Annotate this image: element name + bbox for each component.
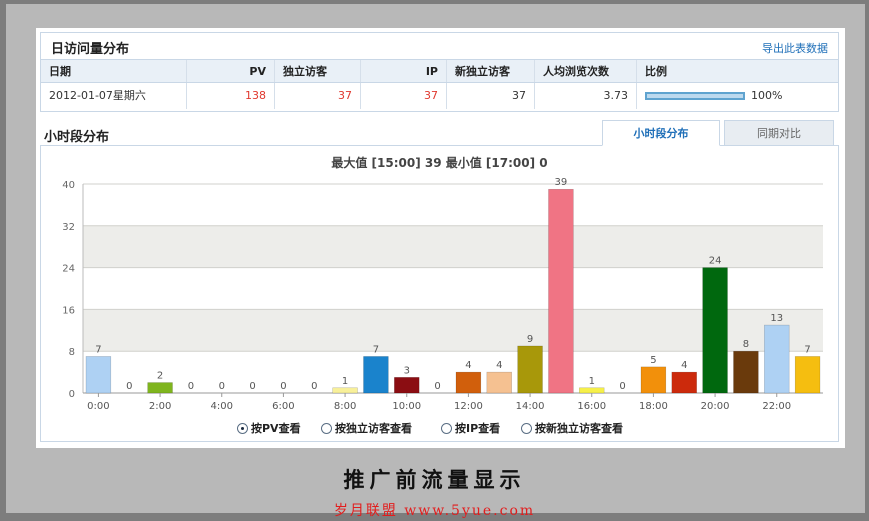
col-new-uv: 新独立访客	[447, 60, 535, 82]
bar-value-label: 4	[465, 360, 471, 371]
bar-value-label: 4	[496, 360, 502, 371]
x-tick-label: 22:00	[762, 401, 791, 412]
daily-visits-title: 日访问量分布	[51, 42, 130, 57]
bar-0:00	[85, 356, 112, 394]
export-data-link[interactable]: 导出此表数据	[762, 40, 828, 56]
col-pv: PV	[187, 60, 275, 82]
watermark: 岁月联盟 www.5yue.com	[333, 503, 536, 519]
y-tick-label: 16	[62, 305, 75, 316]
y-tick-label: 40	[62, 180, 75, 191]
bar-12:00	[455, 371, 482, 394]
col-ip: IP	[361, 60, 447, 82]
bar-value-label: 9	[527, 334, 533, 345]
cell-ip: 37	[361, 83, 447, 109]
bar-value-label: 7	[95, 344, 101, 355]
bar-8:00	[332, 387, 358, 394]
bar-13:00	[486, 371, 512, 394]
radio-dot-icon	[441, 423, 452, 434]
bar-value-label: 39	[555, 177, 568, 188]
bar-value-label: 7	[373, 344, 379, 355]
x-tick-label: 2:00	[149, 401, 171, 412]
x-tick-label: 18:00	[639, 401, 668, 412]
tab-period-compare[interactable]: 同期对比	[724, 120, 834, 146]
grid-band	[83, 184, 823, 226]
bar-value-label: 1	[342, 376, 348, 387]
radio-by-new-uv[interactable]: 按新独立访客查看	[521, 420, 623, 436]
bar-value-label: 24	[709, 256, 722, 267]
table-header: 日期 PV 独立访客 IP 新独立访客 人均浏览次数 比例	[41, 59, 838, 83]
x-tick-label: 4:00	[211, 401, 233, 412]
bar-value-label: 0	[280, 381, 286, 392]
bar-value-label: 0	[619, 381, 625, 392]
x-tick-label: 16:00	[577, 401, 606, 412]
radio-by-uv[interactable]: 按独立访客查看	[321, 420, 412, 436]
bar-14:00	[517, 345, 543, 394]
cell-new-uv: 37	[447, 83, 535, 109]
y-tick-label: 0	[69, 389, 75, 400]
bar-value-label: 0	[188, 381, 194, 392]
col-ratio: 比例	[645, 65, 667, 78]
cell-avg-views: 3.73	[535, 83, 637, 109]
hourly-bar-chart: 0 8 16 24 32 40 7 0 2 0 0 0 0 0 1 7 3 0 4 4 9 39 1 0 5 4 24 8 13 7 0:0…	[62, 177, 823, 412]
x-tick-label: 10:00	[392, 401, 421, 412]
y-tick-label: 32	[62, 222, 75, 233]
bar-18:00	[640, 366, 667, 394]
bar-20:00	[702, 267, 728, 394]
ratio-bar	[645, 92, 745, 100]
y-tick-label: 24	[62, 264, 75, 275]
bar-19:00	[671, 371, 697, 394]
hourly-title: 小时段分布	[44, 130, 110, 145]
table-row: 2012-01-07星期六 138 37 37 37 3.73 100%	[41, 83, 838, 109]
bar-16:00	[579, 387, 605, 394]
stats-panel: 日访问量分布 导出此表数据 日期 PV 独立访客 IP 新独立访客 人均浏览次数…	[36, 28, 845, 448]
bar-2:00	[147, 382, 173, 394]
caption: 推广前流量显示	[343, 467, 526, 492]
bar-value-label: 8	[743, 339, 749, 350]
ratio-text: 100%	[751, 89, 783, 102]
col-avg-views: 人均浏览次数	[535, 60, 637, 82]
tab-hourly-distribution[interactable]: 小时段分布	[602, 120, 720, 146]
x-tick-label: 6:00	[272, 401, 294, 412]
bar-value-label: 13	[770, 313, 783, 324]
bar-10:00	[394, 377, 420, 394]
bar-value-label: 4	[681, 360, 687, 371]
col-uv: 独立访客	[275, 60, 361, 82]
cell-ratio: 100%	[637, 83, 838, 109]
cell-date: 2012-01-07星期六	[41, 83, 187, 109]
bar-value-label: 5	[650, 355, 656, 366]
x-tick-label: 14:00	[516, 401, 545, 412]
cell-pv: 138	[187, 83, 275, 109]
y-tick-label: 8	[69, 347, 75, 358]
bar-value-label: 3	[404, 365, 410, 376]
bar-value-label: 1	[589, 376, 595, 387]
bar-22:00	[764, 324, 790, 394]
x-tick-label: 12:00	[454, 401, 483, 412]
radio-dot-icon	[321, 423, 332, 434]
daily-visits-section: 日访问量分布 导出此表数据 日期 PV 独立访客 IP 新独立访客 人均浏览次数…	[40, 32, 839, 112]
x-tick-label: 20:00	[701, 401, 730, 412]
bar-23:00	[794, 356, 821, 394]
bar-value-label: 2	[157, 371, 163, 382]
bar-value-label: 0	[249, 381, 255, 392]
hourly-chart-box: 最大值 [15:00] 39 最小值 [17:00] 0 0 8 16 24 32 40 7…	[40, 145, 839, 442]
x-tick-label: 0:00	[87, 401, 109, 412]
radio-by-pv[interactable]: 按PV查看	[237, 420, 301, 436]
bar-value-label: 0	[311, 381, 317, 392]
radio-by-ip[interactable]: 按IP查看	[441, 420, 500, 436]
bar-21:00	[733, 350, 759, 394]
bar-9:00	[363, 356, 389, 394]
bar-value-label: 0	[219, 381, 225, 392]
radio-dot-icon	[237, 423, 248, 434]
bar-value-label: 7	[804, 344, 810, 355]
cell-uv: 37	[275, 83, 361, 109]
bar-value-label: 0	[434, 381, 440, 392]
bar-15:00	[548, 188, 574, 394]
bar-value-label: 0	[126, 381, 132, 392]
screenshot-frame: 日访问量分布 导出此表数据 日期 PV 独立访客 IP 新独立访客 人均浏览次数…	[6, 4, 865, 513]
radio-dot-icon	[521, 423, 532, 434]
x-tick-label: 8:00	[334, 401, 356, 412]
col-date: 日期	[41, 60, 187, 82]
